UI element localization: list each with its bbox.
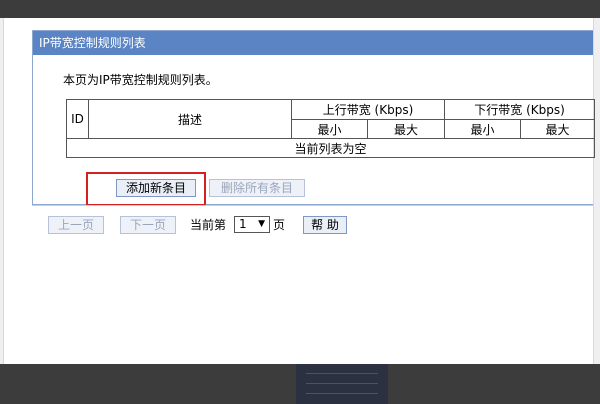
page-suffix-label: 页: [273, 218, 286, 232]
add-entry-button[interactable]: 添加新条目: [116, 179, 196, 197]
left-frame-edge: [0, 18, 4, 364]
page-select-value: 1: [239, 217, 247, 231]
column-header-upload-max: 最大: [366, 119, 446, 139]
top-dark-bar: [0, 0, 600, 18]
panel-intro: 本页为IP带宽控制规则列表。: [63, 73, 218, 87]
next-page-button[interactable]: 下一页: [120, 216, 176, 234]
panel-title: IP带宽控制规则列表: [33, 31, 593, 55]
empty-list-message: 当前列表为空: [65, 138, 596, 158]
help-button[interactable]: 帮 助: [303, 216, 347, 234]
page-select[interactable]: 1 ▼: [234, 216, 270, 233]
chevron-down-icon: ▼: [258, 219, 265, 229]
column-header-upload-min: 最小: [291, 119, 368, 139]
column-header-download-max: 最大: [520, 119, 596, 139]
bottom-menu-fragment: [296, 364, 388, 404]
column-header-id: ID: [66, 99, 89, 139]
column-header-download-bandwidth: 下行带宽 (Kbps): [444, 99, 596, 120]
column-header-download-min: 最小: [444, 119, 522, 139]
rules-table: ID 描述 上行带宽 (Kbps) 下行带宽 (Kbps) 最小 最大 最小 最…: [65, 99, 596, 158]
delete-all-button[interactable]: 删除所有条目: [209, 179, 305, 197]
column-header-upload-bandwidth: 上行带宽 (Kbps): [290, 99, 446, 120]
current-page-label: 当前第: [190, 218, 227, 232]
column-header-description: 描述: [88, 99, 292, 139]
right-frame-edge: [593, 18, 600, 364]
prev-page-button[interactable]: 上一页: [48, 216, 104, 234]
